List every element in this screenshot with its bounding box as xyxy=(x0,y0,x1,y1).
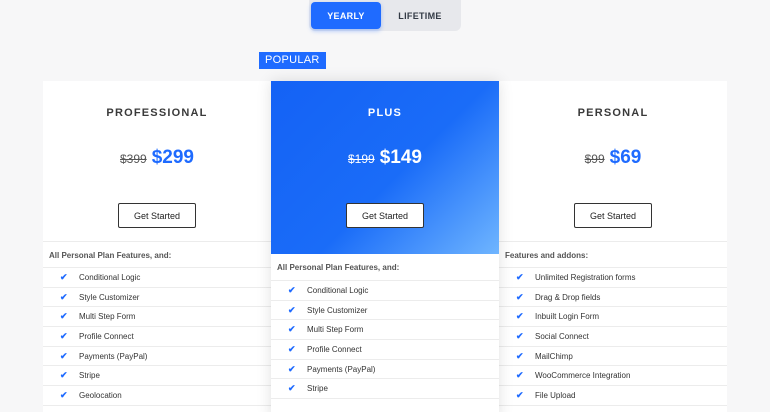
feature-label: Style Customizer xyxy=(307,305,368,315)
feature-item: ✔ Profile Connect xyxy=(43,327,271,347)
feature-label: Unlimited Registration forms xyxy=(535,272,636,282)
price-row: $99 $69 xyxy=(499,147,727,169)
check-icon: ✔ xyxy=(516,271,524,282)
card-header: PLUS $199 $149 Get Started xyxy=(271,81,499,254)
feature-label: Social Connect xyxy=(535,331,589,341)
pricing-card-personal: PERSONAL $99 $69 Get Started Features an… xyxy=(499,81,727,412)
feature-label: Profile Connect xyxy=(307,344,362,354)
check-icon: ✔ xyxy=(288,343,296,354)
old-price: $99 xyxy=(584,152,605,166)
feature-item: ✔ Conditional Logic xyxy=(43,268,271,288)
check-icon: ✔ xyxy=(516,330,524,341)
feature-label: File Upload xyxy=(535,390,576,400)
feature-item: ✔ MailChimp xyxy=(499,347,727,367)
card-header: PERSONAL $99 $69 Get Started xyxy=(499,81,727,241)
feature-item: ✔ Stripe xyxy=(271,379,499,400)
feature-label: Conditional Logic xyxy=(307,285,369,295)
popular-badge: POPULAR xyxy=(259,52,326,69)
pricing-card-professional: PROFESSIONAL $399 $299 Get Started All P… xyxy=(43,81,271,412)
check-icon: ✔ xyxy=(516,350,524,361)
check-icon: ✔ xyxy=(60,311,68,322)
check-icon: ✔ xyxy=(60,370,68,381)
feature-item: ✔ WooCommerce Integration xyxy=(499,366,727,387)
features-intro: Features and addons: xyxy=(499,241,727,268)
feature-item: ✔ Conditional Logic xyxy=(271,281,499,301)
get-started-button[interactable]: Get Started xyxy=(574,203,652,228)
feature-label: WooCommerce Integration xyxy=(535,371,631,381)
feature-label: Style Customizer xyxy=(79,292,140,302)
feature-label: Conditional Logic xyxy=(79,272,141,282)
check-icon: ✔ xyxy=(516,291,524,302)
plan-name: PLUS xyxy=(367,107,403,119)
feature-item: ✔ Unlimited Registration forms xyxy=(499,268,727,288)
feature-label: Payments (PayPal) xyxy=(307,364,376,374)
plan-name: PERSONAL xyxy=(577,107,649,119)
get-started-button[interactable]: Get Started xyxy=(118,203,196,228)
feature-label: MailChimp xyxy=(535,351,573,361)
feature-label: Stripe xyxy=(307,384,328,394)
check-icon: ✔ xyxy=(60,291,68,302)
check-icon: ✔ xyxy=(288,324,296,335)
feature-label: Multi Step Form xyxy=(307,325,364,335)
check-icon: ✔ xyxy=(288,304,296,315)
features-intro: All Personal Plan Features, and: xyxy=(43,241,271,268)
check-icon: ✔ xyxy=(60,350,68,361)
current-price: $149 xyxy=(379,147,422,168)
feature-label: Multi Step Form xyxy=(79,312,136,322)
check-icon: ✔ xyxy=(288,284,296,295)
feature-item: ✔ Multi Step Form xyxy=(271,320,499,341)
billing-period-toggle: YEARLY LIFETIME xyxy=(309,0,461,31)
feature-item: ✔ Geolocation xyxy=(43,386,271,406)
card-header: PROFESSIONAL $399 $299 Get Started xyxy=(43,81,271,241)
current-price: $69 xyxy=(609,147,642,168)
feature-item: ✔ Payments (PayPal) xyxy=(43,347,271,367)
check-icon: ✔ xyxy=(60,330,68,341)
check-icon: ✔ xyxy=(60,271,68,282)
feature-item: ✔ Style Customizer xyxy=(43,288,271,308)
feature-label: Drag & Drop fields xyxy=(535,292,601,302)
features-intro: All Personal Plan Features, and: xyxy=(271,254,499,281)
check-icon: ✔ xyxy=(288,363,296,374)
check-icon: ✔ xyxy=(516,389,524,400)
price-row: $399 $299 xyxy=(43,147,271,169)
yearly-tab[interactable]: YEARLY xyxy=(311,2,381,29)
get-started-button[interactable]: Get Started xyxy=(346,203,424,228)
feature-label: Profile Connect xyxy=(79,331,134,341)
feature-label: Stripe xyxy=(79,371,100,381)
feature-item: ✔ File Upload xyxy=(499,386,727,406)
check-icon: ✔ xyxy=(516,311,524,322)
feature-item: ✔ Style Customizer xyxy=(271,301,499,321)
feature-label: Geolocation xyxy=(79,390,122,400)
feature-label: Inbuilt Login Form xyxy=(535,312,600,322)
old-price: $199 xyxy=(348,152,375,166)
feature-item: ✔ Social Connect xyxy=(499,327,727,347)
check-icon: ✔ xyxy=(516,370,524,381)
current-price: $299 xyxy=(151,147,194,168)
lifetime-tab[interactable]: LIFETIME xyxy=(381,2,459,29)
feature-item: ✔ Drag & Drop fields xyxy=(499,288,727,308)
check-icon: ✔ xyxy=(60,389,68,400)
feature-item: ✔ Payments (PayPal) xyxy=(271,360,499,380)
feature-item: ✔ Inbuilt Login Form xyxy=(499,307,727,328)
feature-item: ✔ Profile Connect xyxy=(271,340,499,360)
feature-item: ✔ Multi Step Form xyxy=(43,307,271,328)
pricing-card-plus: PLUS $199 $149 Get Started All Personal … xyxy=(271,81,499,412)
plan-name: PROFESSIONAL xyxy=(106,107,208,119)
old-price: $399 xyxy=(120,152,147,166)
price-row: $199 $149 xyxy=(271,147,499,169)
check-icon: ✔ xyxy=(288,383,296,394)
feature-label: Payments (PayPal) xyxy=(79,351,148,361)
feature-item: ✔ Stripe xyxy=(43,366,271,387)
